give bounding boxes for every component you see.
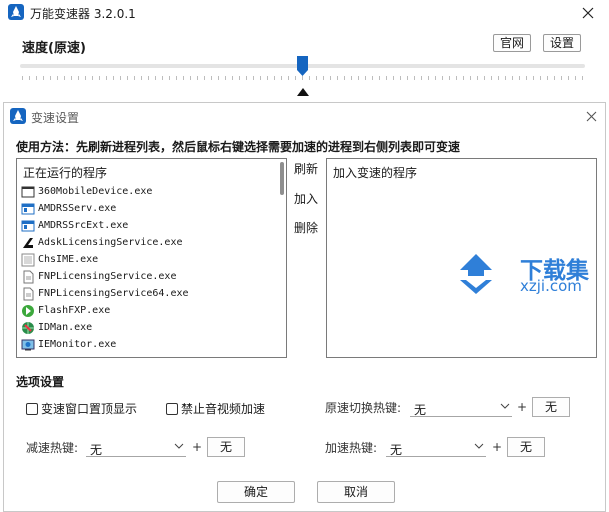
document-icon bbox=[23, 287, 34, 300]
add-button[interactable]: 加入 bbox=[293, 190, 319, 208]
slider-marker-icon bbox=[297, 88, 309, 96]
idm-globe-icon bbox=[22, 321, 34, 334]
speed-settings-dialog: 变速设置 使用方法：先刷新进程列表，然后鼠标右键选择需要加速的进程到右侧列表即可… bbox=[3, 102, 606, 512]
fast-hotkey-key-button[interactable]: 无 bbox=[507, 437, 545, 457]
watermark-en: xzji.com bbox=[520, 277, 582, 295]
toggle-hotkey-key-button[interactable]: 无 bbox=[532, 397, 570, 417]
process-list-item[interactable]: AdskLicensingService.exe bbox=[21, 234, 183, 251]
app-rocket-icon bbox=[10, 108, 26, 124]
running-list-header: 正在运行的程序 bbox=[23, 166, 108, 180]
main-titlebar: 万能变速器 3.2.0.1 bbox=[0, 0, 609, 26]
fast-hotkey-select[interactable]: 无 bbox=[386, 437, 486, 457]
disable-av-label: 禁止音视频加速 bbox=[181, 402, 266, 416]
process-list-item[interactable]: FNPLicensingService64.exe bbox=[21, 285, 189, 302]
process-name: IDMan.exe bbox=[38, 322, 93, 333]
process-list-item[interactable]: IDMan.exe bbox=[21, 319, 92, 336]
slow-hotkey-key-button[interactable]: 无 bbox=[207, 437, 245, 457]
process-name: FNPLicensingService64.exe bbox=[38, 288, 189, 299]
chevron-down-icon bbox=[174, 443, 184, 449]
autodesk-icon bbox=[23, 237, 33, 248]
chevron-down-icon bbox=[474, 443, 484, 449]
dialog-close-button[interactable] bbox=[579, 106, 603, 126]
main-window: 万能变速器 3.2.0.1 速度(原速) 官网 设置 bbox=[0, 0, 609, 104]
usage-instructions: 使用方法：先刷新进程列表，然后鼠标右键选择需要加速的进程到右侧列表即可变速 bbox=[16, 140, 461, 154]
toggle-hotkey-label: 原速切换热键: bbox=[325, 401, 402, 415]
disable-av-checkbox[interactable]: 禁止音视频加速 bbox=[166, 400, 265, 417]
options-section-title: 选项设置 bbox=[16, 375, 65, 389]
process-list-item[interactable]: IEMonitor.exe bbox=[21, 336, 116, 353]
plus-sign: + bbox=[492, 440, 503, 454]
process-name: IEMonitor.exe bbox=[38, 339, 117, 350]
process-name: 360MobileDevice.exe bbox=[38, 186, 153, 197]
main-close-button[interactable] bbox=[576, 3, 600, 23]
speed-slider-ticks bbox=[22, 76, 584, 80]
process-list-item[interactable]: AMDRSSrcExt.exe bbox=[21, 217, 128, 234]
process-name: AMDRSSrcExt.exe bbox=[38, 220, 129, 231]
speed-slider-thumb[interactable] bbox=[297, 56, 308, 76]
process-name: ChsIME.exe bbox=[38, 254, 99, 265]
process-name: AMDRSServ.exe bbox=[38, 203, 117, 214]
slow-hotkey-label: 减速热键: bbox=[26, 441, 79, 455]
ime-icon bbox=[21, 253, 35, 266]
checkbox-box[interactable] bbox=[26, 402, 38, 415]
amd-window-icon bbox=[21, 220, 35, 231]
refresh-button[interactable]: 刷新 bbox=[293, 160, 319, 178]
delete-button[interactable]: 删除 bbox=[293, 219, 319, 237]
amd-window-icon bbox=[21, 203, 35, 214]
main-window-title: 万能变速器 3.2.0.1 bbox=[30, 7, 136, 21]
process-list-item[interactable]: 360MobileDevice.exe bbox=[21, 183, 152, 200]
slow-hotkey-select[interactable]: 无 bbox=[86, 437, 186, 457]
process-list-item[interactable]: FNPLicensingService.exe bbox=[21, 268, 176, 285]
checkbox-box[interactable] bbox=[166, 402, 178, 415]
plus-sign: + bbox=[192, 440, 203, 454]
toggle-hotkey-select[interactable]: 无 bbox=[410, 397, 512, 417]
slow-hotkey-value: 无 bbox=[90, 443, 103, 457]
topmost-label: 变速窗口置顶显示 bbox=[41, 402, 138, 416]
process-list-item[interactable]: FlashFXP.exe bbox=[21, 302, 110, 319]
process-name: FNPLicensingService.exe bbox=[38, 271, 177, 282]
ie-monitor-icon bbox=[21, 339, 35, 350]
cancel-button[interactable]: 取消 bbox=[317, 481, 395, 503]
dialog-title: 变速设置 bbox=[31, 111, 80, 125]
close-icon bbox=[586, 111, 596, 121]
settings-button[interactable]: 设置 bbox=[543, 34, 581, 52]
process-name: AdskLicensingService.exe bbox=[38, 237, 183, 248]
official-site-button[interactable]: 官网 bbox=[493, 34, 531, 52]
app-rocket-icon bbox=[8, 4, 24, 20]
speed-label: 速度(原速) bbox=[22, 41, 86, 56]
fast-hotkey-label: 加速热键: bbox=[325, 441, 378, 455]
window-icon bbox=[21, 186, 35, 197]
process-list-item[interactable]: ChsIME.exe bbox=[21, 251, 98, 268]
plus-sign: + bbox=[517, 400, 528, 414]
document-icon bbox=[23, 270, 34, 283]
process-list-item[interactable]: AMDRSServ.exe bbox=[21, 200, 116, 217]
toggle-hotkey-value: 无 bbox=[414, 403, 427, 417]
watermark-logo-icon bbox=[460, 254, 492, 294]
speed-list-header: 加入变速的程序 bbox=[333, 166, 418, 180]
close-icon bbox=[582, 7, 594, 19]
running-process-list[interactable]: 正在运行的程序 360MobileDevice.exe AMDRSServ.exe… bbox=[16, 158, 287, 358]
topmost-checkbox[interactable]: 变速窗口置顶显示 bbox=[26, 400, 137, 417]
list-scrollbar[interactable] bbox=[280, 162, 284, 195]
chevron-down-icon bbox=[500, 403, 510, 409]
fast-hotkey-value: 无 bbox=[390, 443, 403, 457]
process-name: FlashFXP.exe bbox=[38, 305, 111, 316]
flashfxp-icon bbox=[22, 304, 34, 317]
ok-button[interactable]: 确定 bbox=[217, 481, 295, 503]
